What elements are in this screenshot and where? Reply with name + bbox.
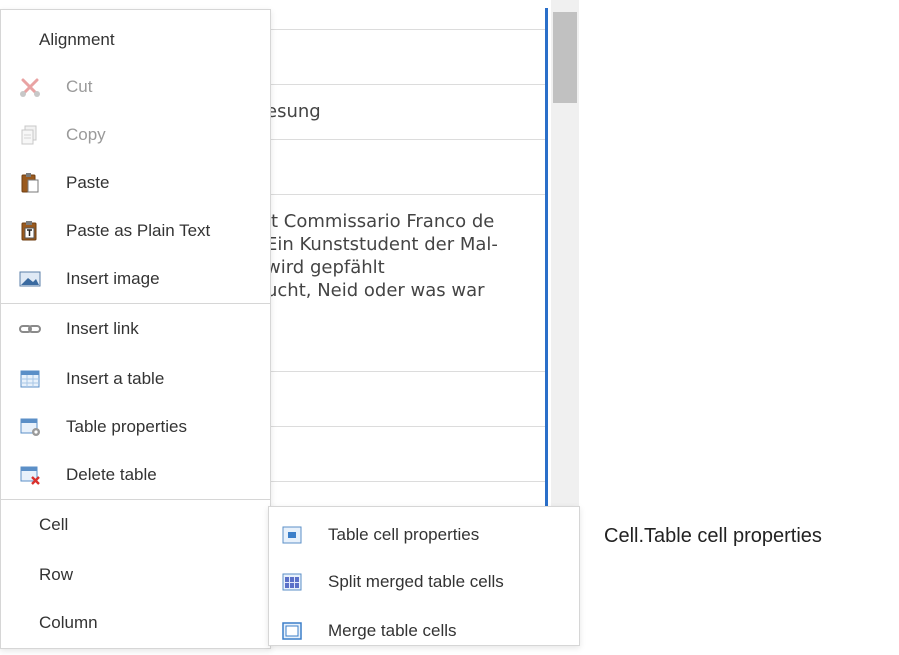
menu-item-label: Delete table [66,465,157,484]
paragraph-line: ucht, Neid oder was war [266,280,485,301]
image-icon [19,269,41,289]
table-properties-icon [19,417,41,437]
menu-item-label: Merge table cells [328,621,457,640]
menu-item-column[interactable]: Column [1,599,270,647]
cut-icon [19,77,41,97]
menu-item-label: Insert link [66,319,139,338]
copy-icon [19,125,41,145]
paragraph-line: it Commissario Franco de [266,211,495,232]
menu-item-label: Copy [66,125,106,144]
menu-item-label: Cell [39,515,69,534]
cell-properties-icon [281,525,303,545]
context-menu: Alignment Cut Copy Paste Paste as Plain … [0,9,271,649]
cell-submenu: Table cell properties Split merged table… [268,506,580,646]
annotation-text: Cell.Table cell properties [604,525,822,547]
menu-item-label: Column [39,613,98,632]
menu-separator [1,499,270,500]
scrollbar-thumb[interactable] [553,12,577,103]
menu-item-cell[interactable]: Cell [1,501,270,549]
menu-item-label: Alignment [39,30,115,49]
menu-item-label: Cut [66,77,93,96]
menu-item-label: Paste as Plain Text [66,221,211,240]
submenu-item-merge-table-cells[interactable]: Merge table cells [269,607,579,655]
vertical-scrollbar[interactable] [551,0,579,510]
paste-icon [19,173,41,193]
menu-item-cut[interactable]: Cut [1,63,270,111]
menu-item-alignment[interactable]: Alignment [1,16,270,64]
merge-cells-icon [281,621,303,641]
menu-item-label: Table properties [66,417,187,436]
editor-focus-border [545,8,548,510]
menu-item-insert-link[interactable]: Insert link [1,305,270,353]
menu-item-insert-table[interactable]: Insert a table [1,355,270,403]
split-cells-icon [281,572,303,592]
paragraph-line: Ein Kunststudent der Mal- [266,234,498,255]
menu-item-label: Paste [66,173,110,192]
table-icon [19,369,41,389]
editor-paragraph: it Commissario Franco de Ein Kunststuden… [266,210,498,302]
menu-item-row[interactable]: Row [1,551,270,599]
delete-table-icon [19,465,41,485]
menu-item-copy[interactable]: Copy [1,111,270,159]
menu-item-label: Insert image [66,269,160,288]
menu-item-label: Table cell properties [328,525,480,544]
link-icon [19,319,41,339]
submenu-item-table-cell-properties[interactable]: Table cell properties [269,511,579,559]
menu-item-label: Split merged table cells [328,572,504,591]
paste-plain-text-icon [19,221,41,241]
menu-item-label: Row [39,565,74,584]
menu-item-delete-table[interactable]: Delete table [1,451,270,499]
submenu-item-split-merged-cells[interactable]: Split merged table cells [269,558,579,606]
editor-heading-text: esung [266,101,321,122]
menu-item-paste-plain-text[interactable]: Paste as Plain Text [1,207,270,255]
menu-separator [1,303,270,304]
menu-item-label: Insert a table [66,369,165,388]
menu-item-paste[interactable]: Paste [1,159,270,207]
menu-item-insert-image[interactable]: Insert image [1,255,270,303]
menu-item-table-properties[interactable]: Table properties [1,403,270,451]
paragraph-line: wird gepfählt [266,257,385,278]
